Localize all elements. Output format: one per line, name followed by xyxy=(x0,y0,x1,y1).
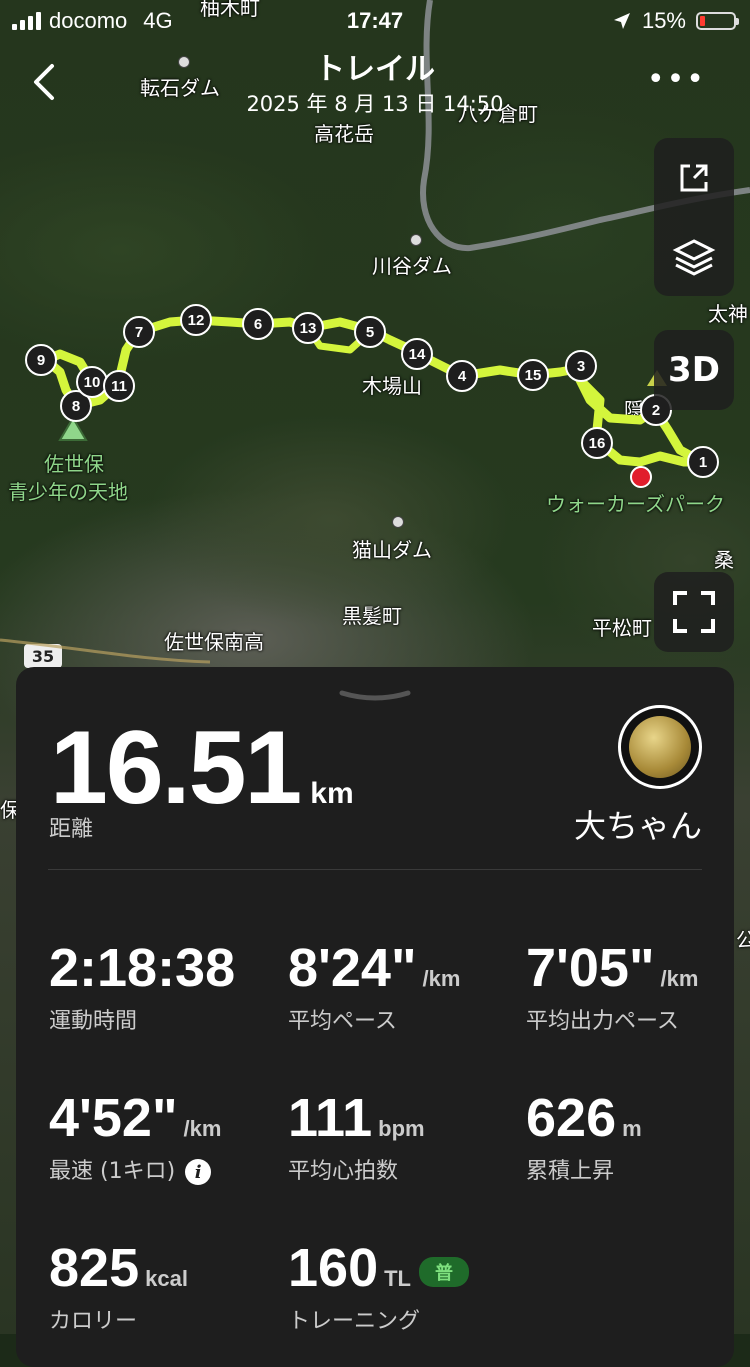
summary-panel: 16.51 km 距離 大ちゃん 2:18:38 運動時間 8'24"/km 平均… xyxy=(16,667,734,1367)
avatar-medal-image xyxy=(629,716,691,778)
km-marker[interactable]: 4 xyxy=(446,360,478,392)
km-marker[interactable]: 9 xyxy=(25,344,57,376)
stat-value: 4'52" xyxy=(49,1088,178,1148)
user-name: 大ちゃん xyxy=(573,807,702,845)
map-controls xyxy=(654,138,734,296)
avatar[interactable] xyxy=(618,705,702,789)
stat-value: 8'24" xyxy=(288,938,417,998)
stat-label: 平均心拍数 xyxy=(288,1159,399,1184)
stat-label: カロリー xyxy=(49,1309,138,1334)
km-marker[interactable]: 15 xyxy=(517,359,549,391)
km-marker[interactable]: 5 xyxy=(354,316,386,348)
km-marker[interactable]: 16 xyxy=(581,427,613,459)
stat-value: 2:18:38 xyxy=(49,938,236,998)
km-marker[interactable]: 13 xyxy=(292,312,324,344)
stat-duration: 2:18:38 運動時間 xyxy=(49,937,235,1035)
stat-label: トレーニング xyxy=(288,1309,421,1334)
fullscreen-icon xyxy=(673,591,715,633)
stat-unit: /km xyxy=(660,966,699,991)
fullscreen-button[interactable] xyxy=(654,572,734,652)
distance-value: 16.51 km xyxy=(50,710,354,826)
activity-datetime: 2025 年 8 月 13 日 14:50 xyxy=(246,92,504,116)
stat-label: 平均ペース xyxy=(288,1009,397,1034)
stat-avg-heart-rate: 111 bpm 平均心拍数 xyxy=(288,1087,425,1185)
km-marker[interactable]: 6 xyxy=(242,308,274,340)
stat-avg-pace: 8'24"/km 平均ペース xyxy=(288,937,460,1035)
km-marker[interactable]: 7 xyxy=(123,316,155,348)
stat-training-load: 160 TL 普 トレーニング xyxy=(288,1237,469,1335)
page-title: トレイル xyxy=(315,52,435,87)
layers-icon xyxy=(672,238,716,276)
stat-calories: 825 kcal カロリー xyxy=(49,1237,188,1335)
map-label-ko: 公 xyxy=(736,928,750,952)
stat-avg-output-pace: 7'05"/km 平均出力ペース xyxy=(526,937,698,1035)
stat-unit: bpm xyxy=(378,1116,425,1141)
km-marker[interactable]: 1 xyxy=(687,446,719,478)
map-layers-button[interactable] xyxy=(654,217,734,296)
training-load-badge: 普 xyxy=(419,1256,469,1287)
stat-unit: kcal xyxy=(145,1266,188,1291)
stat-label: 平均出力ペース xyxy=(526,1009,679,1034)
stat-label: 累積上昇 xyxy=(526,1159,615,1184)
stat-unit: m xyxy=(622,1116,642,1141)
stat-unit: /km xyxy=(422,966,461,991)
distance-label: 距離 xyxy=(49,817,94,842)
stat-fastest-km: 4'52"/km 最速 (1キロ) i xyxy=(49,1087,221,1185)
stat-elevation-gain: 626 m 累積上昇 xyxy=(526,1087,642,1185)
share-button[interactable] xyxy=(654,138,734,217)
drag-handle-icon[interactable] xyxy=(338,689,412,703)
info-icon[interactable]: i xyxy=(185,1159,212,1185)
stat-label: 運動時間 xyxy=(49,1009,138,1034)
divider xyxy=(48,869,702,870)
km-marker[interactable]: 12 xyxy=(180,304,212,336)
3d-toggle-button[interactable]: 3D xyxy=(654,330,734,410)
km-marker[interactable]: 3 xyxy=(565,350,597,382)
share-icon xyxy=(680,164,708,191)
stat-value: 825 xyxy=(49,1238,140,1298)
location-arrow-icon xyxy=(613,13,630,29)
stat-unit: TL xyxy=(384,1266,411,1291)
battery-icon xyxy=(696,12,739,30)
battery-percent: 15% xyxy=(641,8,686,33)
km-marker[interactable]: 14 xyxy=(401,338,433,370)
stat-value: 626 xyxy=(526,1088,617,1148)
km-marker[interactable]: 11 xyxy=(103,370,135,402)
stat-label: 最速 (1キロ) xyxy=(49,1159,176,1184)
stat-value: 111 xyxy=(288,1088,373,1148)
stat-unit: /km xyxy=(183,1116,222,1141)
start-point-marker xyxy=(630,466,652,488)
status-bar: docomo 4G 17:47 15% xyxy=(0,0,750,44)
stat-value: 160 xyxy=(288,1238,379,1298)
more-options-icon[interactable]: ••• xyxy=(647,65,706,95)
stat-value: 7'05" xyxy=(526,938,655,998)
